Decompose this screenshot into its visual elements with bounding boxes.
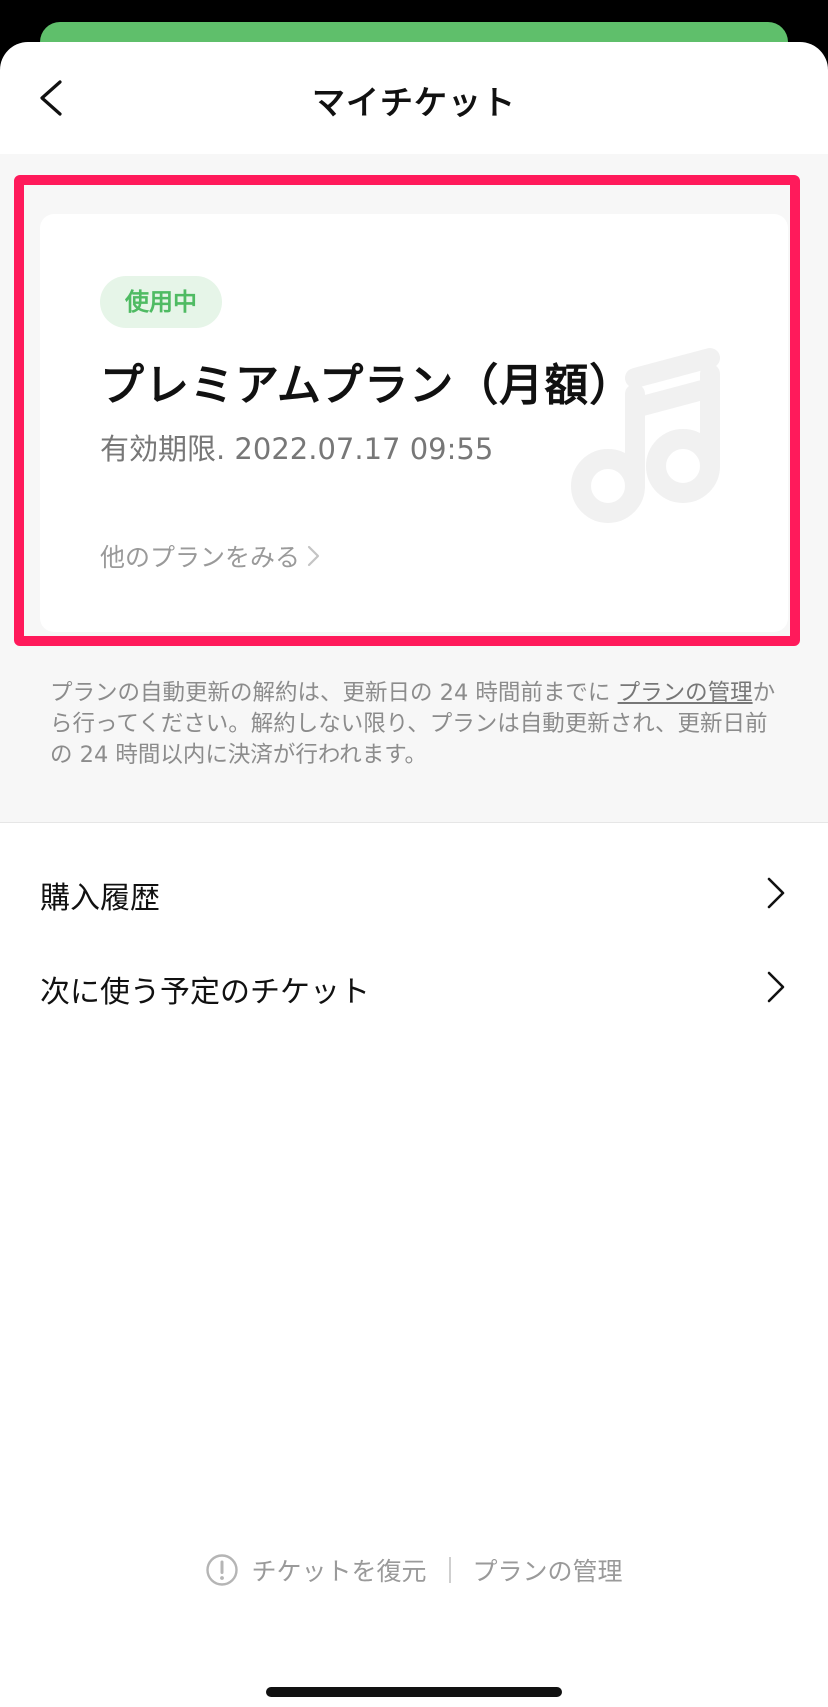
manage-plan-button[interactable]: プランの管理 bbox=[473, 1552, 623, 1588]
plan-card: 使用中 プレミアムプラン（月額） 有効期限. 2022.07.17 09:55 … bbox=[40, 214, 788, 632]
home-indicator bbox=[266, 1687, 562, 1697]
chevron-right-icon bbox=[767, 877, 785, 909]
status-badge: 使用中 bbox=[100, 276, 222, 328]
plan-management-link[interactable]: プランの管理 bbox=[618, 680, 753, 706]
chevron-right-icon bbox=[307, 545, 320, 567]
my-ticket-sheet: マイチケット 使用中 プレミアムプラン（月額） 有効期限. 2022.07.17… bbox=[0, 42, 828, 1707]
purchase-history-label: 購入履歴 bbox=[40, 881, 160, 916]
page-title: マイチケット bbox=[312, 83, 516, 122]
notice-text-before: プランの自動更新の解約は、更新日の 24 時間前までに bbox=[50, 680, 618, 706]
manage-plan-label: プランの管理 bbox=[472, 1557, 623, 1586]
purchase-history-row[interactable]: 購入履歴 bbox=[0, 848, 828, 938]
upcoming-ticket-label: 次に使う予定のチケット bbox=[40, 975, 370, 1010]
plan-name: プレミアムプラン（月額） bbox=[100, 360, 635, 411]
auto-renewal-notice: プランの自動更新の解約は、更新日の 24 時間前までに プランの管理から行ってく… bbox=[50, 678, 780, 771]
footer-divider bbox=[448, 1557, 451, 1583]
restore-ticket-label: チケットを復元 bbox=[251, 1557, 427, 1586]
chevron-right-icon bbox=[767, 971, 785, 1003]
restore-ticket-button[interactable]: チケットを復元 bbox=[205, 1552, 427, 1588]
other-plans-label: 他のプランをみる bbox=[100, 543, 301, 572]
other-plans-link[interactable]: 他のプランをみる bbox=[100, 538, 322, 574]
footer-links: チケットを復元 プランの管理 bbox=[0, 1552, 828, 1588]
upcoming-ticket-row[interactable]: 次に使う予定のチケット bbox=[0, 942, 828, 1032]
nav-bar: マイチケット bbox=[0, 42, 828, 154]
plan-expiry: 有効期限. 2022.07.17 09:55 bbox=[100, 432, 494, 466]
exclamation-circle-icon bbox=[206, 1554, 239, 1586]
